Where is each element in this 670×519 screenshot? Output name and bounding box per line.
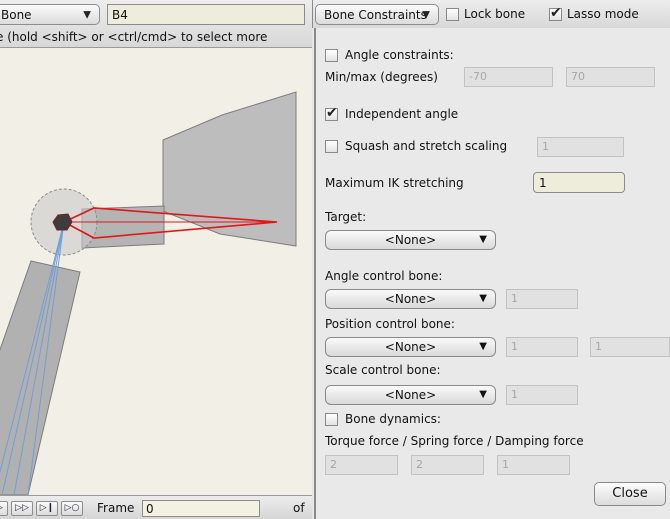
of-label: of (293, 501, 305, 515)
max-ik-label: Maximum IK stretching (325, 176, 464, 190)
bone-name-text: B4 (112, 8, 128, 22)
minmax-label: Min/max (degrees) (325, 70, 438, 84)
frame-label: Frame (97, 501, 135, 515)
position-control-value: <None> (384, 340, 437, 354)
chevron-down-icon: ▼ (422, 9, 430, 20)
scale-control-dropdown[interactable]: <None> ▼ (325, 385, 496, 405)
independent-angle-checkbox[interactable] (325, 105, 338, 121)
scale-control-value: <None> (384, 388, 437, 402)
panel-dropdown-label: Bone Constraints (324, 8, 427, 22)
min-angle-field[interactable]: -70 (464, 67, 553, 87)
angle-control-label: Angle control bone: (325, 269, 443, 283)
damping-force-field[interactable]: 1 (497, 455, 570, 475)
scale-control-field[interactable]: 1 (506, 385, 578, 405)
squash-stretch-label: Squash and stretch scaling (345, 139, 508, 153)
independent-angle-label: Independent angle (345, 107, 459, 121)
bone-name-field[interactable]: B4 (107, 4, 305, 25)
target-label: Target: (325, 210, 367, 224)
squash-stretch-checkbox[interactable] (325, 140, 338, 153)
lasso-mode-checkbox[interactable] (549, 5, 562, 21)
lock-bone-checkbox[interactable] (446, 8, 459, 21)
spring-force-field[interactable]: 2 (411, 455, 484, 475)
target-value: <None> (384, 233, 437, 247)
forces-label: Torque force / Spring force / Damping fo… (325, 434, 584, 448)
torque-force-field[interactable]: 2 (325, 455, 398, 475)
angle-control-dropdown[interactable]: <None> ▼ (325, 289, 496, 309)
target-dropdown[interactable]: <None> ▼ (325, 230, 496, 250)
angle-constraints-checkbox[interactable] (325, 49, 338, 62)
fast-forward-button[interactable]: ▷▷ (11, 501, 33, 516)
chevron-down-icon: ▼ (479, 341, 487, 352)
max-ik-field[interactable]: 1 (533, 172, 625, 193)
bone-canvas[interactable] (0, 48, 312, 495)
body-part-shape (162, 91, 297, 247)
close-button[interactable]: Close (594, 482, 666, 506)
step-forward-button[interactable]: ▷❙ (36, 501, 58, 516)
scale-control-label: Scale control bone: (325, 363, 441, 377)
position-x-field[interactable]: 1 (506, 337, 578, 357)
body-part-shape (0, 260, 81, 495)
frame-value: 0 (146, 502, 154, 516)
chevron-down-icon: ▼ (83, 9, 91, 20)
lasso-mode-label: Lasso mode (567, 7, 639, 21)
bone-viewport[interactable] (0, 48, 312, 495)
mode-dropdown-label: Bone (1, 8, 32, 22)
position-control-dropdown[interactable]: <None> ▼ (325, 337, 496, 357)
position-y-field[interactable]: 1 (590, 337, 670, 357)
frame-input[interactable]: 0 (142, 500, 260, 517)
chevron-down-icon: ▼ (479, 234, 487, 245)
panel-dropdown[interactable]: Bone Constraints ▼ (315, 4, 439, 25)
angle-control-field[interactable]: 1 (506, 289, 578, 309)
angle-control-value: <None> (384, 292, 437, 306)
selection-hint: e (hold <shift> or <ctrl/cmd> to select … (0, 30, 268, 44)
position-control-label: Position control bone: (325, 317, 455, 331)
lock-bone-label: Lock bone (464, 7, 526, 21)
squash-stretch-field[interactable]: 1 (537, 137, 624, 157)
chevron-down-icon: ▼ (479, 293, 487, 304)
bone-dynamics-checkbox[interactable] (325, 413, 338, 426)
playback-bar: ▷ ▷▷ ▷❙ ▷○ Frame 0 of (0, 495, 312, 519)
bone-dynamics-label: Bone dynamics: (345, 412, 441, 426)
left-toolbar: Bone ▼ B4 e (hold <shift> or <ctrl/cmd> … (0, 0, 312, 48)
right-toolbar: Bone Constraints ▼ Lock bone Lasso mode (312, 0, 670, 28)
max-ik-value: 1 (539, 176, 547, 190)
play-button[interactable]: ▷ (0, 501, 8, 516)
chevron-down-icon: ▼ (479, 389, 487, 400)
bone-constraints-panel: Angle constraints: Min/max (degrees) -70… (314, 28, 670, 519)
angle-constraints-label: Angle constraints: (345, 48, 454, 62)
mode-dropdown[interactable]: Bone ▼ (0, 4, 100, 25)
max-angle-field[interactable]: 70 (566, 67, 655, 87)
loop-button[interactable]: ▷○ (61, 501, 83, 516)
